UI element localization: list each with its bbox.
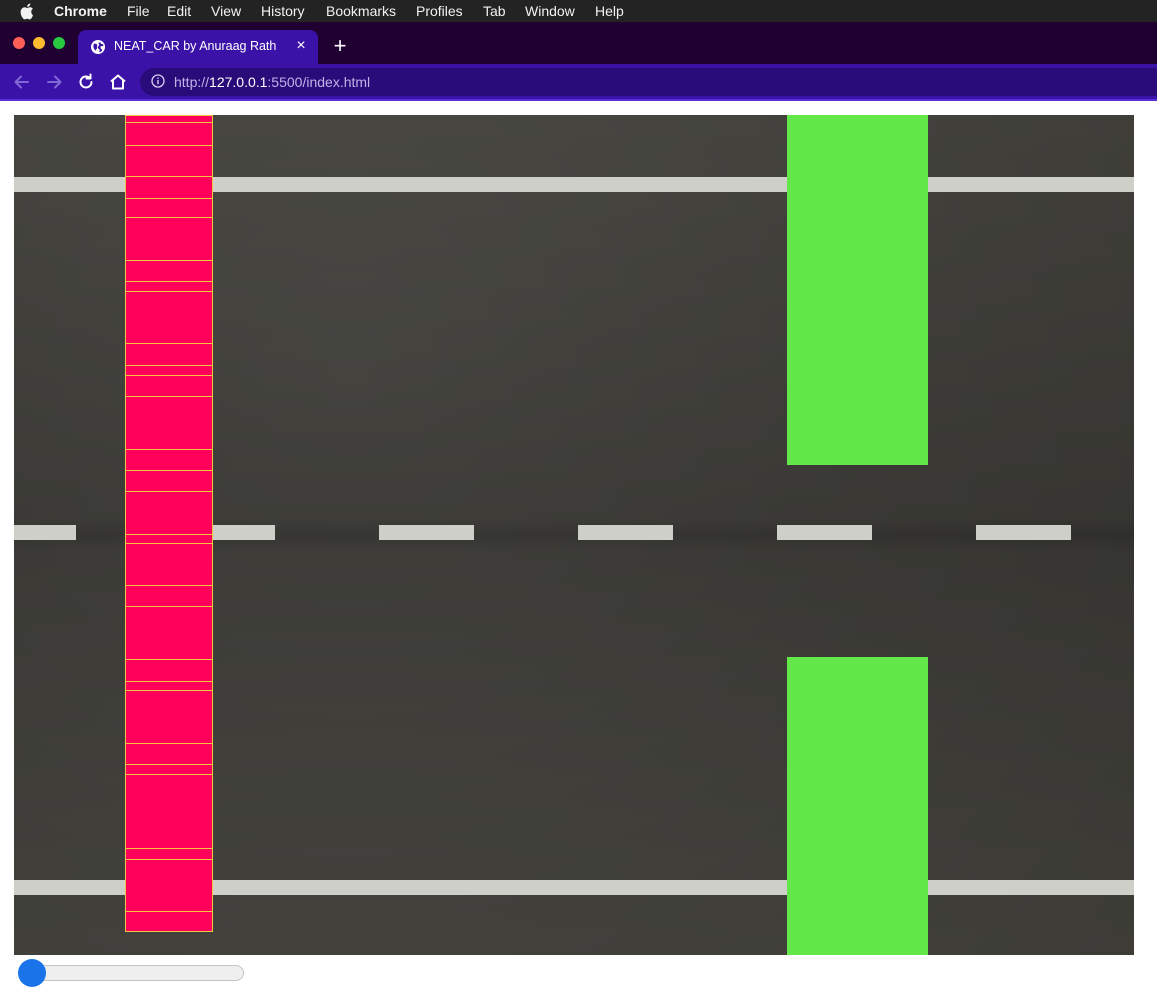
car-outline xyxy=(126,198,212,199)
menu-view[interactable]: View xyxy=(211,3,241,19)
car-outline xyxy=(126,449,212,450)
tab-title: NEAT_CAR by Anuraag Rath xyxy=(114,39,277,53)
menu-tab[interactable]: Tab xyxy=(483,3,506,19)
car-outline xyxy=(126,774,212,775)
game-canvas[interactable] xyxy=(14,115,1134,955)
arrow-right-icon[interactable] xyxy=(44,72,64,92)
new-tab-button[interactable]: + xyxy=(329,35,351,57)
lane-dash xyxy=(578,525,673,540)
apple-icon[interactable] xyxy=(20,2,36,20)
car-outline xyxy=(126,470,212,471)
lane-dash xyxy=(212,525,275,540)
window-zoom-button[interactable] xyxy=(53,37,65,49)
url-text[interactable]: http://127.0.0.1:5500/index.html xyxy=(174,74,370,90)
car-outline xyxy=(126,260,212,261)
menu-help[interactable]: Help xyxy=(595,3,624,19)
lane-dash xyxy=(976,525,1071,540)
car-outline xyxy=(126,396,212,397)
window-close-button[interactable] xyxy=(13,37,25,49)
toolbar-divider xyxy=(0,99,1157,101)
car-outline xyxy=(126,659,212,660)
globe-icon xyxy=(91,40,105,54)
browser-tab-active[interactable]: NEAT_CAR by Anuraag Rath × xyxy=(78,30,318,64)
car-outline xyxy=(126,743,212,744)
menu-history[interactable]: History xyxy=(261,3,305,19)
car-outline xyxy=(126,217,212,218)
car-outline xyxy=(126,491,212,492)
close-tab-icon[interactable]: × xyxy=(292,37,310,55)
url-scheme: http:// xyxy=(174,74,210,90)
car-outline xyxy=(126,534,212,535)
car-outline xyxy=(126,365,212,366)
car-outline xyxy=(126,291,212,292)
lane-dash xyxy=(379,525,474,540)
obstacle-bottom xyxy=(787,657,928,955)
menu-app-name[interactable]: Chrome xyxy=(54,3,107,19)
url-path: :5500/index.html xyxy=(267,74,371,90)
car-outline xyxy=(126,343,212,344)
window-minimize-button[interactable] xyxy=(33,37,45,49)
car-outline xyxy=(126,690,212,691)
speed-slider-track[interactable] xyxy=(22,965,244,981)
car-outline xyxy=(126,859,212,860)
car-outline xyxy=(126,911,212,912)
home-icon[interactable] xyxy=(108,72,128,92)
lane-dash xyxy=(777,525,872,540)
car-outline xyxy=(126,375,212,376)
car-outline xyxy=(126,585,212,586)
speed-slider-thumb[interactable] xyxy=(18,959,46,987)
menu-bookmarks[interactable]: Bookmarks xyxy=(326,3,396,19)
arrow-left-icon[interactable] xyxy=(12,72,32,92)
obstacle-top xyxy=(787,115,928,465)
menu-file[interactable]: File xyxy=(127,3,150,19)
car-outline xyxy=(126,145,212,146)
menu-bar: Chrome File Edit View History Bookmarks … xyxy=(0,0,1157,22)
car-outline xyxy=(126,281,212,282)
menu-edit[interactable]: Edit xyxy=(167,3,191,19)
car-outline xyxy=(126,681,212,682)
car-outline xyxy=(126,543,212,544)
reload-icon[interactable] xyxy=(76,72,96,92)
car-outline xyxy=(126,848,212,849)
url-host: 127.0.0.1 xyxy=(209,74,268,90)
car-outline xyxy=(126,606,212,607)
car-outline xyxy=(126,764,212,765)
menu-window[interactable]: Window xyxy=(525,3,575,19)
car-outline xyxy=(126,122,212,123)
car-population-stack xyxy=(125,115,213,932)
lane-dash xyxy=(14,525,76,540)
info-icon[interactable] xyxy=(151,74,165,88)
car-outline xyxy=(126,176,212,177)
menu-profiles[interactable]: Profiles xyxy=(416,3,463,19)
